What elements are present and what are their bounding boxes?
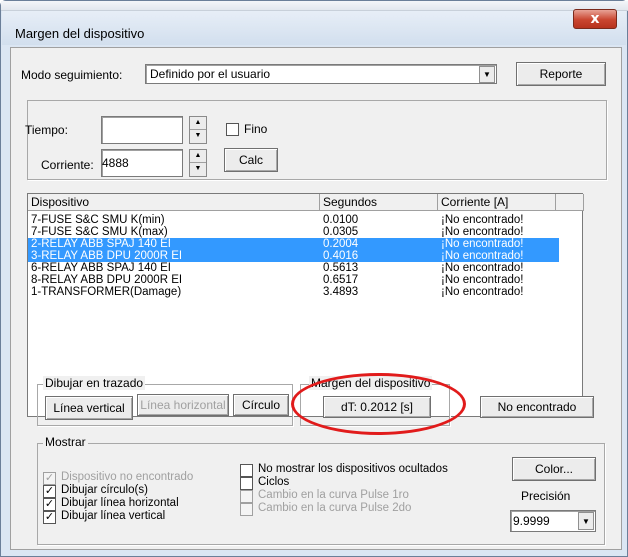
option-checkbox[interactable] (240, 490, 253, 503)
option-label: Ciclos (258, 476, 290, 488)
option-label: Dibujar círculo(s) (61, 484, 148, 496)
spin-down-icon[interactable]: ▼ (190, 130, 206, 143)
close-icon: x (590, 11, 600, 27)
column-header-device[interactable]: Dispositivo (28, 194, 320, 211)
background-window-strip (1, 1, 628, 11)
table-row[interactable]: 3-RELAY ABB DPU 2000R EI 0.4016 ¡No encont… (28, 250, 559, 262)
draw-group-title: Dibujar en trazado (43, 376, 146, 390)
color-button[interactable]: Color... (512, 457, 596, 481)
spin-up-icon[interactable]: ▲ (190, 117, 206, 130)
table-row[interactable]: 6-RELAY ABB SPAJ 140 EI 0.5613 ¡No encontr… (28, 262, 559, 274)
precision-value: 9.9999 (513, 514, 550, 528)
highlight-ring (291, 373, 466, 435)
current-input[interactable]: 4888 (101, 149, 183, 177)
horizontal-line-button[interactable]: Línea horizontal (137, 394, 229, 416)
cell-current: ¡No encontrado! (441, 286, 524, 298)
vertical-line-button[interactable]: Línea vertical (45, 396, 133, 420)
option-checkbox[interactable]: ✓ (43, 472, 56, 485)
cell-seconds: 0.6517 (323, 274, 359, 286)
option-label: Dibujar línea vertical (61, 510, 166, 522)
cell-seconds: 0.0100 (323, 214, 359, 226)
option-checkbox[interactable]: ✓ (43, 498, 56, 511)
fine-checkbox[interactable] (226, 123, 239, 136)
window-title: Margen del dispositivo (15, 26, 145, 41)
option-label: Dispositivo no encontrado (61, 471, 194, 483)
cell-current: ¡No encontrado! (441, 238, 524, 250)
option-label: Cambio en la curva Pulse 1ro (258, 489, 409, 501)
option-label: Cambio en la curva Pulse 2do (258, 502, 412, 514)
option-checkbox[interactable]: ✓ (43, 485, 56, 498)
precision-label: Precisión (521, 489, 571, 503)
chevron-down-icon[interactable]: ▼ (479, 66, 495, 83)
close-button[interactable]: x (573, 9, 617, 29)
cell-seconds: 3.4893 (323, 286, 359, 298)
cell-device: 7-FUSE S&C SMU K(max) (31, 226, 168, 238)
column-header-blank (556, 194, 584, 211)
cell-device: 6-RELAY ABB SPAJ 140 EI (31, 262, 171, 274)
fine-label: Fino (244, 122, 268, 136)
cell-seconds: 0.4016 (323, 250, 359, 262)
cell-device: 7-FUSE S&C SMU K(min) (31, 214, 165, 226)
option-label: No mostrar los dispositivos ocultados (258, 463, 448, 475)
tracking-mode-select[interactable]: Definido por el usuario ▼ (145, 64, 497, 84)
tracking-mode-value: Definido por el usuario (150, 67, 271, 81)
option-label: Dibujar línea horizontal (61, 497, 179, 509)
column-header-current[interactable]: Corriente [A] (438, 194, 556, 211)
cell-seconds: 0.5613 (323, 262, 359, 274)
list-header: Dispositivo Segundos Corriente [A] (28, 194, 584, 211)
option-checkbox[interactable]: ✓ (43, 511, 56, 524)
cell-device: 3-RELAY ABB DPU 2000R EI (31, 250, 183, 262)
tracking-mode-label: Modo seguimiento: (21, 68, 123, 82)
table-row[interactable]: 8-RELAY ABB DPU 2000R EI 0.6517 ¡No encont… (28, 274, 559, 286)
cell-current: ¡No encontrado! (441, 274, 524, 286)
spin-up-icon[interactable]: ▲ (190, 150, 206, 163)
time-input[interactable] (101, 116, 183, 144)
chevron-down-icon[interactable]: ▼ (578, 512, 594, 530)
table-row[interactable]: 7-FUSE S&C SMU K(max) 0.0305 ¡No encontrad… (28, 226, 559, 238)
table-row[interactable]: 2-RELAY ABB SPAJ 140 EI 0.2004 ¡No encontr… (28, 238, 559, 250)
cell-current: ¡No encontrado! (441, 226, 524, 238)
cell-device: 8-RELAY ABB DPU 2000R EI (31, 274, 183, 286)
calc-button[interactable]: Calc (224, 148, 278, 172)
cell-current: ¡No encontrado! (441, 214, 524, 226)
dialog-window: Margen del dispositivo x Modo seguimient… (0, 0, 628, 557)
cell-device: 2-RELAY ABB SPAJ 140 EI (31, 238, 171, 250)
cell-current: ¡No encontrado! (441, 250, 524, 262)
option-checkbox[interactable] (240, 464, 253, 477)
current-spinner[interactable]: ▲ ▼ (189, 149, 207, 177)
cell-seconds: 0.2004 (323, 238, 359, 250)
time-label: Tiempo: (25, 123, 68, 137)
report-button[interactable]: Reporte (516, 62, 606, 86)
precision-select[interactable]: 9.9999 ▼ (510, 510, 596, 532)
column-header-seconds[interactable]: Segundos (320, 194, 438, 211)
show-group-title: Mostrar (43, 435, 88, 449)
circle-button[interactable]: Círculo (233, 394, 289, 416)
current-label: Corriente: (41, 158, 94, 172)
cell-current: ¡No encontrado! (441, 262, 524, 274)
option-checkbox[interactable] (240, 477, 253, 490)
cell-device: 1-TRANSFORMER(Damage) (31, 286, 182, 298)
cell-seconds: 0.0305 (323, 226, 359, 238)
dialog-client-area: Modo seguimiento: Definido por el usuari… (10, 47, 622, 550)
option-checkbox[interactable] (240, 503, 253, 516)
table-row[interactable]: 1-TRANSFORMER(Damage) 3.4893 ¡No encontrad… (28, 286, 559, 298)
spin-down-icon[interactable]: ▼ (190, 163, 206, 176)
time-spinner[interactable]: ▲ ▼ (189, 116, 207, 144)
table-row[interactable]: 7-FUSE S&C SMU K(min) 0.0100 ¡No encontrad… (28, 214, 559, 226)
not-found-button[interactable]: No encontrado (480, 396, 594, 418)
